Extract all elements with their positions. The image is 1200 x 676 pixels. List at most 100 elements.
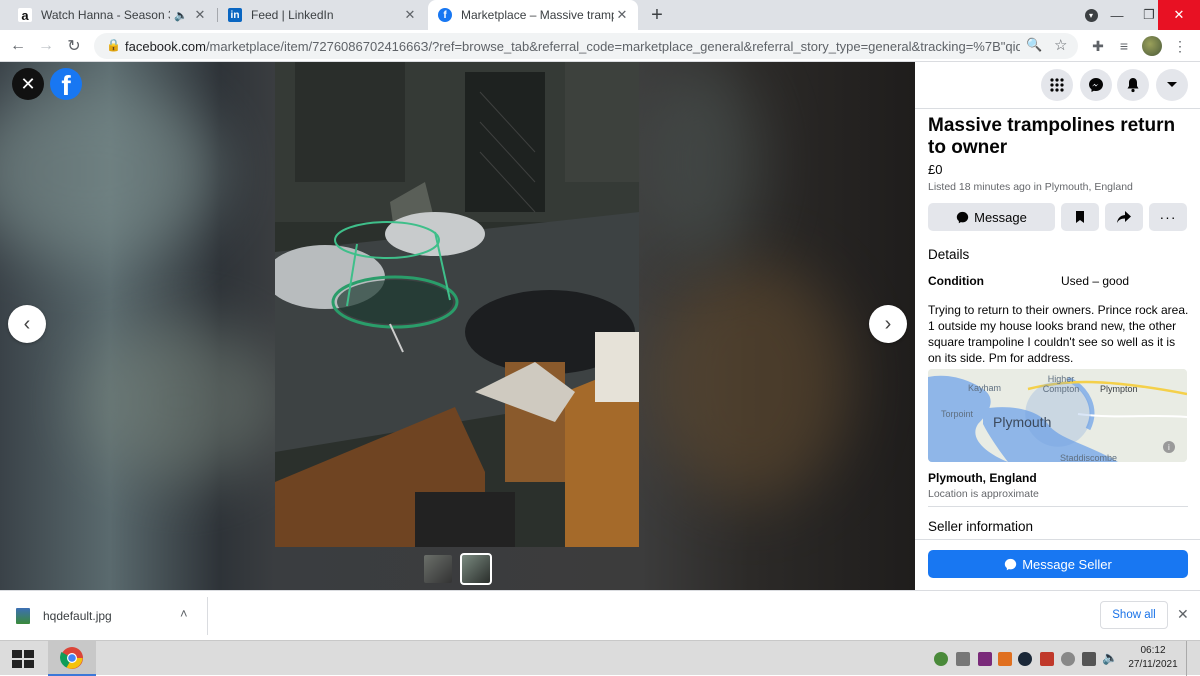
back-button[interactable]: ← (6, 34, 30, 58)
tray-icon[interactable] (978, 652, 992, 666)
tray-icon[interactable] (956, 652, 970, 666)
photo-thumbnail-active[interactable] (460, 553, 492, 585)
section-divider (928, 506, 1188, 507)
close-download-bar-icon[interactable]: ✕ (1177, 606, 1189, 623)
tray-icon[interactable] (1040, 652, 1054, 666)
map-label: Kayham (968, 383, 1002, 393)
extensions-icon[interactable]: ✚ (1086, 34, 1110, 58)
image-file-icon (16, 608, 30, 624)
new-tab-button[interactable]: + (640, 0, 674, 30)
message-button[interactable]: Message (928, 203, 1055, 231)
seller-heading: Seller information (928, 519, 1034, 534)
close-tab-icon[interactable]: ✕ (402, 7, 418, 23)
security-tray-icon[interactable] (934, 652, 948, 666)
messenger-icon (956, 211, 969, 223)
clock-time: 06:12 (1140, 645, 1166, 656)
address-bar[interactable]: 🔒 facebook.com/marketplace/item/72760867… (94, 33, 1078, 59)
close-viewer-button[interactable]: ✕ (12, 68, 44, 100)
amazon-icon: a (18, 8, 32, 23)
windows-taskbar: 🔈 06:12 27/11/2021 (0, 640, 1200, 676)
reload-button[interactable]: ↻ (62, 34, 86, 58)
clock-date: 27/11/2021 (1128, 659, 1178, 670)
notifications-bell-icon[interactable] (1117, 69, 1149, 101)
tab-marketplace[interactable]: f Marketplace – Massive trampolin ✕ (428, 0, 638, 30)
menu-grid-icon[interactable] (1041, 69, 1073, 101)
zoom-icon[interactable]: 🔍 (1026, 37, 1042, 53)
save-button[interactable] (1061, 203, 1099, 231)
location-title: Plymouth, England (928, 471, 1037, 485)
show-desktop-divider[interactable] (1186, 641, 1187, 676)
listing-sidebar: Massive trampolines return to owner £0 L… (915, 62, 1200, 590)
background-blur (80, 322, 280, 482)
chrome-taskbar-button[interactable] (48, 641, 96, 676)
download-filename[interactable]: hqdefault.jpg (43, 609, 112, 623)
tab-title: Watch Hanna - Season 3 | Pr (41, 8, 170, 22)
map-label: Torpoint (941, 409, 974, 419)
facebook-icon: f (438, 8, 452, 22)
footer-divider (915, 539, 1200, 540)
url-path: /marketplace/item/727608670241666З/?ref=… (205, 39, 1020, 54)
messenger-icon (1005, 558, 1017, 570)
previous-photo-button[interactable]: ‹ (8, 305, 46, 343)
svg-text:i: i (1168, 443, 1170, 452)
background-blur (650, 262, 850, 502)
listing-time-location: Listed 18 minutes ago in Plymouth, Engla… (928, 181, 1133, 193)
tray-icon[interactable] (1061, 652, 1075, 666)
share-icon (1117, 211, 1131, 223)
minimize-button[interactable]: — (1100, 0, 1134, 30)
facebook-logo[interactable]: f (50, 68, 82, 100)
windows-start-icon[interactable] (12, 650, 34, 668)
download-divider (207, 597, 208, 635)
tab-title: Marketplace – Massive trampolin (461, 8, 614, 22)
map-label: Plympton (1100, 384, 1138, 394)
browser-toolbar: ← → ↻ 🔒 facebook.com/marketplace/item/72… (0, 30, 1200, 62)
steam-icon[interactable] (1018, 652, 1032, 666)
background-blur (640, 62, 760, 262)
map-label: Staddiscombe (1060, 453, 1118, 462)
url-text[interactable]: facebook.com/marketplace/item/7276086702… (125, 39, 1020, 54)
listing-title: Massive trampolines return to owner (928, 115, 1176, 158)
clock[interactable]: 06:12 27/11/2021 (1128, 644, 1178, 672)
listing-photo (275, 62, 639, 547)
message-seller-label: Message Seller (1022, 556, 1112, 572)
details-heading: Details (928, 247, 970, 262)
share-button[interactable] (1105, 203, 1143, 231)
tray-icon[interactable] (1082, 652, 1096, 666)
media-control-icon[interactable]: ≡ (1112, 34, 1136, 58)
close-tab-icon[interactable]: ✕ (614, 7, 630, 23)
photo-viewer: ✕ f ‹ › (0, 62, 915, 590)
background-blur (0, 82, 220, 262)
listing-price: £0 (928, 162, 943, 177)
download-bar: hqdefault.jpg ˄ Show all ✕ (0, 590, 1200, 640)
tab-linkedin[interactable]: in Feed | LinkedIn ✕ (218, 0, 426, 30)
condition-value: Used – good (1061, 274, 1130, 288)
tray-icon[interactable] (998, 652, 1012, 666)
message-seller-button[interactable]: Message Seller (928, 550, 1188, 578)
forward-button[interactable]: → (34, 34, 58, 58)
tab-amazon[interactable]: a Watch Hanna - Season 3 | Pr 🔈 ✕ (8, 0, 216, 30)
linkedin-icon: in (228, 8, 242, 22)
bookmark-icon (1076, 211, 1084, 223)
show-all-button[interactable]: Show all (1100, 601, 1168, 629)
account-dropdown-icon[interactable] (1156, 69, 1188, 101)
profile-avatar[interactable] (1140, 34, 1164, 58)
photo-thumbnail[interactable] (424, 555, 452, 583)
lock-icon[interactable]: 🔒 (106, 38, 121, 52)
bookmark-star-icon[interactable]: ☆ (1054, 36, 1067, 54)
more-options-button[interactable]: ··· (1149, 203, 1187, 231)
speaker-icon[interactable]: 🔈 (174, 9, 188, 22)
listing-description: Trying to return to their owners. Prince… (928, 303, 1189, 365)
next-photo-button[interactable]: › (869, 305, 907, 343)
location-map[interactable]: i Kayham Higher Compton Plympton Torpoin… (928, 369, 1187, 462)
map-label: Plymouth (993, 414, 1052, 430)
header-divider (915, 108, 1200, 109)
chevron-up-icon[interactable]: ˄ (180, 606, 188, 621)
location-note: Location is approximate (928, 488, 1039, 500)
messenger-icon[interactable] (1080, 69, 1112, 101)
chrome-menu-icon[interactable]: ⋮ (1168, 34, 1192, 58)
trampoline-street-photo (275, 62, 639, 547)
close-tab-icon[interactable]: ✕ (192, 7, 208, 23)
volume-icon[interactable]: 🔈 (1102, 650, 1118, 666)
condition-label: Condition (928, 274, 984, 288)
close-window-button[interactable]: ✕ (1158, 0, 1200, 30)
